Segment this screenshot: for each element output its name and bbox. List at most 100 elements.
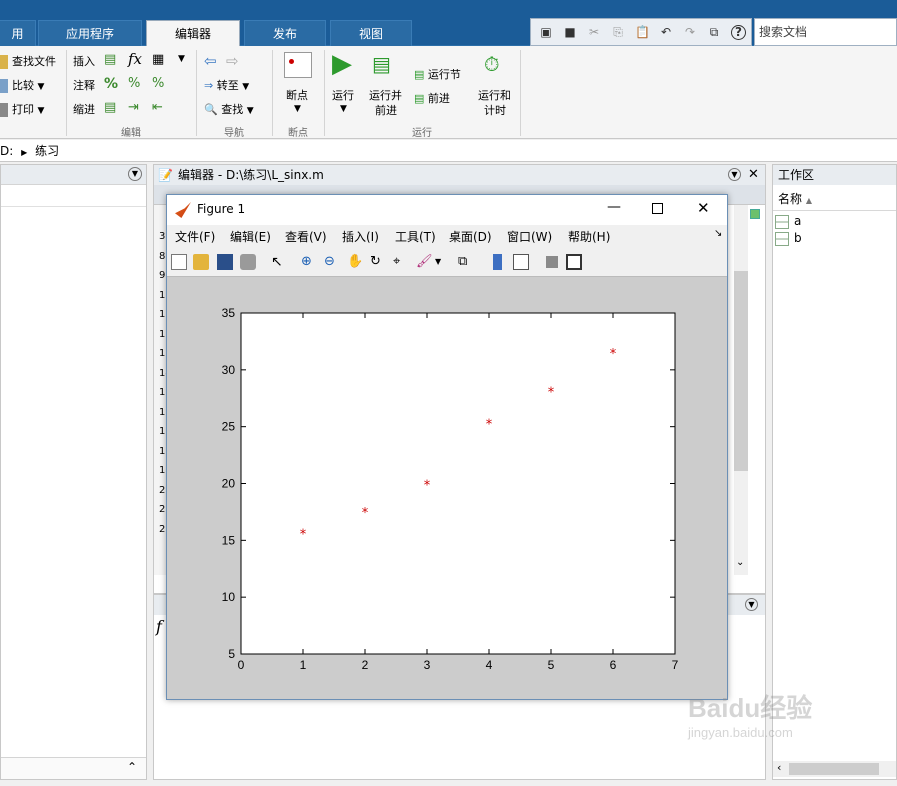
tab-apps[interactable]: 应用程序: [38, 20, 142, 46]
hide-plot-tools-icon[interactable]: [546, 256, 558, 268]
uncomment-icon[interactable]: %: [128, 76, 140, 91]
breakpoints-button[interactable]: 断点: [286, 87, 308, 103]
function-icon[interactable]: ▦: [152, 52, 164, 67]
legend-icon[interactable]: [513, 254, 529, 270]
help-icon[interactable]: ?: [731, 25, 746, 40]
comment-button[interactable]: 注释: [73, 77, 95, 93]
brush-icon[interactable]: 🖌: [416, 254, 433, 270]
open-file-icon[interactable]: [193, 254, 209, 270]
menu-edit[interactable]: 编辑(E): [230, 228, 271, 245]
run-section-button[interactable]: ▤ 运行节: [414, 66, 461, 82]
advance-button[interactable]: ▤ 前进: [414, 90, 450, 106]
chevron-down-icon[interactable]: ▼: [435, 254, 443, 270]
menu-desktop[interactable]: 桌面(D): [449, 228, 492, 245]
figure-canvas[interactable]: 0 1 2 3 4 5 6 7 5 10 15 20 25 30 35 * * * * * *: [167, 278, 727, 699]
workspace-hscrollbar[interactable]: ‹: [773, 761, 896, 777]
print-button[interactable]: 打印 ▼: [0, 101, 44, 117]
link-plot-icon[interactable]: ⧉: [458, 254, 474, 270]
run-and-time-icon[interactable]: ⏱: [484, 52, 500, 76]
menu-tools[interactable]: 工具(T): [395, 228, 436, 245]
back-arrow-icon[interactable]: ⇦: [204, 52, 217, 70]
comment-percent-icon[interactable]: %: [104, 76, 118, 92]
save-icon[interactable]: ■: [563, 25, 577, 39]
figure-titlebar[interactable]: Figure 1 — ✕: [167, 195, 727, 225]
run-and-advance-icon[interactable]: ▤: [372, 52, 391, 76]
scrollbar-thumb[interactable]: [734, 271, 748, 471]
cut-icon[interactable]: ✂: [587, 25, 601, 39]
workspace-var-row[interactable]: b: [775, 230, 802, 246]
run-icon[interactable]: ▶: [332, 50, 352, 78]
goto-button[interactable]: ⇒ 转至 ▼: [204, 77, 249, 93]
chevron-down-icon[interactable]: ⌄: [736, 557, 744, 568]
path-drive[interactable]: D:: [0, 144, 13, 158]
minimize-icon[interactable]: —: [607, 199, 621, 215]
workspace-column-header[interactable]: 名称 ▲: [773, 187, 896, 211]
paste-icon[interactable]: 📋: [635, 25, 650, 39]
close-icon[interactable]: ✕: [697, 199, 710, 217]
maximize-icon[interactable]: [652, 203, 663, 214]
zoom-in-icon[interactable]: ⊕: [301, 254, 317, 270]
search-input[interactable]: 搜索文档: [754, 18, 897, 46]
tab-publish[interactable]: 发布: [244, 20, 326, 46]
forward-arrow-icon[interactable]: ⇨: [226, 52, 239, 70]
redo-icon[interactable]: ↷: [683, 25, 697, 39]
find-files-button[interactable]: 查找文件: [0, 53, 56, 69]
save-icon[interactable]: [217, 254, 233, 270]
increase-indent-icon[interactable]: ⇥: [128, 100, 139, 115]
menu-window[interactable]: 窗口(W): [507, 228, 552, 245]
chevron-down-icon[interactable]: ▼: [294, 104, 301, 114]
current-folder-bar[interactable]: D: ▶ 练习: [0, 140, 897, 162]
fx-icon[interactable]: fx: [128, 50, 142, 68]
pan-hand-icon[interactable]: ✋: [347, 254, 363, 270]
copy-icon[interactable]: ⎘: [611, 25, 625, 39]
chevron-down-icon: ▼: [37, 106, 45, 116]
layout-icon[interactable]: ▣: [539, 25, 553, 39]
menu-file[interactable]: 文件(F): [175, 228, 215, 245]
menu-help[interactable]: 帮助(H): [568, 228, 610, 245]
scrollbar-thumb[interactable]: [789, 763, 879, 775]
menu-view[interactable]: 查看(V): [285, 228, 327, 245]
code-analyzer-indicator[interactable]: [750, 209, 760, 219]
insert-section-icon[interactable]: ▤: [104, 52, 116, 67]
run-and-time-button[interactable]: 运行和: [478, 87, 511, 103]
insert-button[interactable]: 插入: [73, 53, 95, 69]
zoom-out-icon[interactable]: ⊖: [324, 254, 340, 270]
panel-menu-icon[interactable]: ▼: [128, 167, 142, 181]
breakpoint-icon[interactable]: [284, 52, 312, 78]
wrap-comments-icon[interactable]: %: [152, 76, 164, 91]
indent-button[interactable]: 缩进: [73, 101, 95, 117]
show-plot-tools-icon[interactable]: [566, 254, 582, 270]
find-button[interactable]: 🔍 查找 ▼: [204, 101, 254, 117]
path-folder[interactable]: 练习: [35, 144, 59, 158]
print-icon[interactable]: [240, 254, 256, 270]
pointer-icon[interactable]: ↖: [271, 254, 287, 270]
chevron-down-icon[interactable]: ▼: [178, 54, 185, 64]
decrease-indent-icon[interactable]: ⇤: [152, 100, 163, 115]
editor-scrollbar[interactable]: ⌄: [734, 205, 748, 575]
chevron-left-icon[interactable]: ‹: [777, 761, 781, 774]
run-button[interactable]: 运行: [332, 87, 354, 103]
menu-insert[interactable]: 插入(I): [342, 228, 379, 245]
tab-editor[interactable]: 编辑器: [146, 20, 240, 46]
dock-arrow-icon[interactable]: ↘: [714, 228, 722, 239]
panel-menu-icon[interactable]: ▼: [745, 598, 758, 611]
compare-button[interactable]: 比较 ▼: [0, 77, 44, 93]
undo-icon[interactable]: ↶: [659, 25, 673, 39]
run-and-advance-button[interactable]: 运行并: [369, 87, 402, 103]
workspace-var-row[interactable]: a: [775, 213, 801, 229]
new-figure-icon[interactable]: [171, 254, 187, 270]
switch-windows-icon[interactable]: ⧉: [707, 25, 721, 39]
figure-window[interactable]: Figure 1 — ✕ 文件(F) 编辑(E) 查看(V) 插入(I) 工具(…: [166, 194, 728, 700]
colorbar-icon[interactable]: [493, 254, 502, 270]
close-icon[interactable]: ✕: [748, 165, 759, 185]
print-icon: [0, 103, 8, 117]
data-cursor-icon[interactable]: ⌖: [393, 254, 409, 270]
chevron-up-icon[interactable]: ⌃: [127, 760, 137, 774]
scatter-plot[interactable]: 0 1 2 3 4 5 6 7 5 10 15 20 25 30 35 * * * * * *: [167, 278, 727, 699]
tab-home[interactable]: 用: [0, 20, 36, 46]
tab-view[interactable]: 视图: [330, 20, 412, 46]
panel-menu-icon[interactable]: ▼: [728, 168, 741, 181]
smart-indent-icon[interactable]: ▤: [104, 100, 116, 115]
rotate-3d-icon[interactable]: ↻: [370, 254, 386, 270]
chevron-down-icon[interactable]: ▼: [340, 104, 347, 114]
